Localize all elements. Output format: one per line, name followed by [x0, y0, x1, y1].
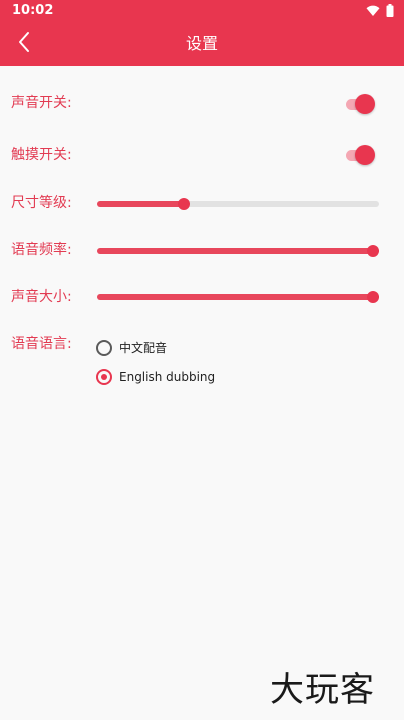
voice-rate-knob[interactable]: [367, 245, 379, 257]
wifi-icon: [366, 2, 380, 21]
sound-switch-label: 声音开关:: [11, 95, 72, 111]
sound-switch-toggle[interactable]: [346, 94, 375, 114]
app-bar: 设置: [0, 22, 404, 66]
status-time: 10:02: [12, 3, 54, 18]
size-level-slider[interactable]: [97, 196, 379, 210]
status-icons: [366, 2, 394, 21]
radio-option-english[interactable]: English dubbing: [96, 367, 215, 387]
radio-label-english: English dubbing: [119, 370, 216, 384]
status-bar: 10:02: [0, 0, 404, 22]
battery-icon: [386, 2, 394, 21]
volume-fill: [97, 294, 379, 300]
chevron-left-icon: [17, 31, 31, 57]
radio-circle-english[interactable]: [96, 369, 112, 385]
radio-label-chinese: 中文配音: [119, 341, 168, 355]
volume-knob[interactable]: [367, 291, 379, 303]
page-title: 设置: [185, 34, 218, 53]
touch-switch-toggle[interactable]: [346, 145, 375, 165]
radio-circle-chinese[interactable]: [96, 340, 112, 356]
watermark-logo: 大玩客: [270, 670, 375, 710]
touch-switch-thumb: [355, 145, 375, 165]
radio-option-chinese[interactable]: 中文配音: [96, 338, 167, 358]
size-level-label: 尺寸等级:: [11, 195, 72, 211]
sound-switch-thumb: [355, 94, 375, 114]
voice-language-label: 语音语言:: [11, 336, 72, 352]
touch-switch-label: 触摸开关:: [11, 147, 72, 163]
voice-rate-label: 语音频率:: [11, 242, 72, 258]
size-level-fill: [97, 201, 185, 207]
back-button[interactable]: [8, 28, 40, 60]
voice-rate-slider[interactable]: [97, 243, 379, 257]
size-level-knob[interactable]: [178, 198, 191, 210]
settings-screen: 10:02 设置 声音开关: 触摸开关: 尺寸等级: 语音频率: 声音大小: 语…: [0, 0, 404, 720]
settings-content: 声音开关: 触摸开关: 尺寸等级: 语音频率: 声音大小: 语音语言: 中文配音…: [0, 66, 404, 720]
volume-label: 声音大小:: [11, 289, 72, 305]
voice-rate-fill: [97, 248, 379, 254]
volume-slider[interactable]: [97, 289, 379, 303]
